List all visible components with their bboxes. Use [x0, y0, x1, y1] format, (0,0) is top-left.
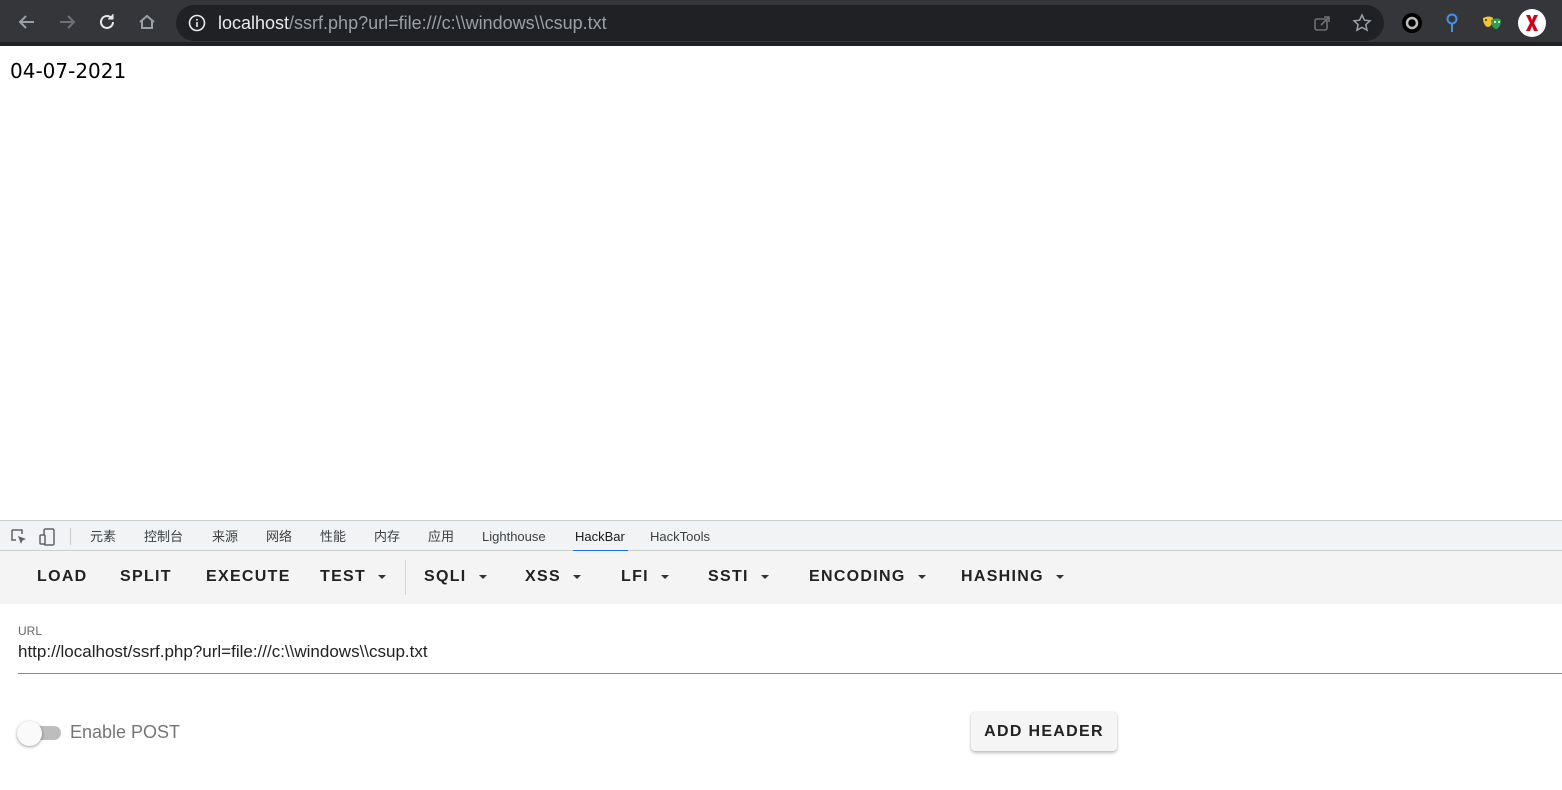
- url-field-label: URL: [18, 624, 43, 638]
- encoding-dropdown-button[interactable]: ENCODING: [809, 566, 926, 588]
- caret-down-icon: [572, 575, 581, 579]
- test-dropdown-button[interactable]: TEST: [320, 566, 387, 588]
- reload-icon[interactable]: [93, 8, 121, 36]
- encoding-button-label: ENCODING: [809, 568, 906, 585]
- bookmark-star-icon[interactable]: [1352, 13, 1372, 33]
- tab-sources[interactable]: 来源: [212, 521, 238, 551]
- page-content-text: 04-07-2021: [10, 59, 127, 83]
- devtools-panel: 元素 控制台 来源 网络 性能 内存 应用 Lighthouse HackBar…: [0, 520, 1562, 790]
- sqli-button-label: SQLI: [424, 568, 467, 585]
- caret-down-icon: [378, 575, 387, 579]
- load-button[interactable]: LOAD: [37, 566, 88, 588]
- tab-bar-separator: [70, 528, 71, 545]
- hackbar-toolbar: LOAD SPLIT EXECUTE TEST SQLI XSS LFI SST…: [0, 551, 1562, 604]
- hashing-dropdown-button[interactable]: HASHING: [961, 566, 1064, 588]
- xss-button-label: XSS: [525, 568, 561, 585]
- tab-application[interactable]: 应用: [428, 521, 454, 551]
- enable-post-switch-thumb[interactable]: [17, 721, 42, 746]
- device-toolbar-icon[interactable]: [38, 527, 58, 547]
- tab-lighthouse[interactable]: Lighthouse: [482, 521, 546, 551]
- address-bar[interactable]: localhost/ssrf.php?url=file:///c:\\windo…: [176, 5, 1384, 41]
- load-button-label: LOAD: [37, 568, 88, 585]
- share-icon[interactable]: [1312, 13, 1332, 33]
- hashing-button-label: HASHING: [961, 568, 1044, 585]
- site-info-icon[interactable]: [188, 14, 206, 37]
- execute-button-label: EXECUTE: [206, 568, 291, 585]
- sqli-dropdown-button[interactable]: SQLI: [424, 566, 487, 588]
- x-extension-icon[interactable]: [1517, 8, 1547, 38]
- tab-memory[interactable]: 内存: [374, 521, 400, 551]
- add-header-label: ADD HEADER: [984, 722, 1104, 740]
- xss-dropdown-button[interactable]: XSS: [525, 566, 581, 588]
- browser-toolbar: localhost/ssrf.php?url=file:///c:\\windo…: [0, 0, 1562, 46]
- enable-post-label[interactable]: Enable POST: [70, 722, 180, 743]
- tab-elements[interactable]: 元素: [90, 521, 116, 551]
- mask-extension-icon[interactable]: [1478, 9, 1506, 37]
- lfi-button-label: LFI: [621, 568, 649, 585]
- ssti-dropdown-button[interactable]: SSTI: [708, 566, 769, 588]
- tab-performance[interactable]: 性能: [320, 521, 346, 551]
- address-host: localhost: [218, 13, 290, 33]
- split-button[interactable]: SPLIT: [120, 566, 172, 588]
- back-arrow-icon[interactable]: [13, 8, 41, 36]
- inspect-element-icon[interactable]: [9, 527, 29, 547]
- pin-extension-icon[interactable]: [1438, 9, 1466, 37]
- devtools-tab-bar: 元素 控制台 来源 网络 性能 内存 应用 Lighthouse HackBar…: [0, 520, 1562, 552]
- forward-arrow-icon[interactable]: [53, 8, 81, 36]
- tab-hacktools[interactable]: HackTools: [650, 521, 710, 551]
- execute-button[interactable]: EXECUTE: [206, 566, 291, 588]
- home-icon[interactable]: [133, 8, 161, 36]
- add-header-button[interactable]: ADD HEADER: [971, 712, 1117, 751]
- tab-console[interactable]: 控制台: [144, 521, 183, 551]
- address-path: /ssrf.php?url=file:///c:\\windows\\csup.…: [289, 13, 607, 33]
- toolbar-divider: [405, 560, 406, 595]
- ssti-button-label: SSTI: [708, 568, 749, 585]
- tab-network[interactable]: 网络: [266, 521, 292, 551]
- toolbar-border: [0, 42, 1562, 46]
- circle-extension-icon[interactable]: [1398, 9, 1426, 37]
- caret-down-icon: [917, 575, 926, 579]
- split-button-label: SPLIT: [120, 568, 172, 585]
- caret-down-icon: [478, 575, 487, 579]
- address-url[interactable]: localhost/ssrf.php?url=file:///c:\\windo…: [218, 13, 607, 34]
- test-button-label: TEST: [320, 568, 367, 585]
- url-input[interactable]: http://localhost/ssrf.php?url=file:///c:…: [18, 642, 428, 662]
- caret-down-icon: [660, 575, 669, 579]
- lfi-dropdown-button[interactable]: LFI: [621, 566, 669, 588]
- caret-down-icon: [760, 575, 769, 579]
- url-input-underline: [18, 673, 1562, 674]
- tab-hackbar[interactable]: HackBar: [573, 521, 628, 552]
- caret-down-icon: [1055, 575, 1064, 579]
